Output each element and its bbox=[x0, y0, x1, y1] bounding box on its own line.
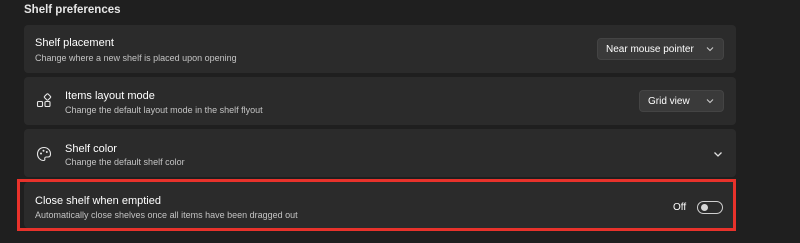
setting-card-items-layout-mode: Items layout mode Change the default lay… bbox=[24, 77, 736, 125]
items-layout-dropdown[interactable]: Grid view bbox=[639, 90, 724, 112]
setting-description: Change the default layout mode in the sh… bbox=[65, 105, 263, 115]
shelf-placement-dropdown[interactable]: Near mouse pointer bbox=[597, 38, 724, 60]
chevron-down-icon bbox=[706, 99, 714, 104]
setting-description: Change the default shelf color bbox=[65, 157, 185, 167]
setting-title: Shelf placement bbox=[35, 37, 114, 49]
setting-title: Items layout mode bbox=[65, 90, 155, 102]
settings-page: Shelf preferences Shelf placement Change… bbox=[0, 0, 800, 243]
chevron-down-icon bbox=[706, 47, 714, 52]
dropdown-value: Near mouse pointer bbox=[606, 43, 694, 55]
palette-icon bbox=[36, 146, 52, 162]
dropdown-value: Grid view bbox=[648, 95, 690, 107]
section-title: Shelf preferences bbox=[24, 4, 121, 16]
chevron-down-icon[interactable] bbox=[712, 148, 724, 160]
highlight-box bbox=[17, 179, 736, 231]
setting-description: Change where a new shelf is placed upon … bbox=[35, 53, 237, 63]
setting-card-shelf-placement: Shelf placement Change where a new shelf… bbox=[24, 25, 736, 73]
grid-layout-icon bbox=[36, 93, 52, 108]
setting-card-shelf-color[interactable]: Shelf color Change the default shelf col… bbox=[24, 129, 736, 177]
setting-title: Shelf color bbox=[65, 143, 117, 155]
